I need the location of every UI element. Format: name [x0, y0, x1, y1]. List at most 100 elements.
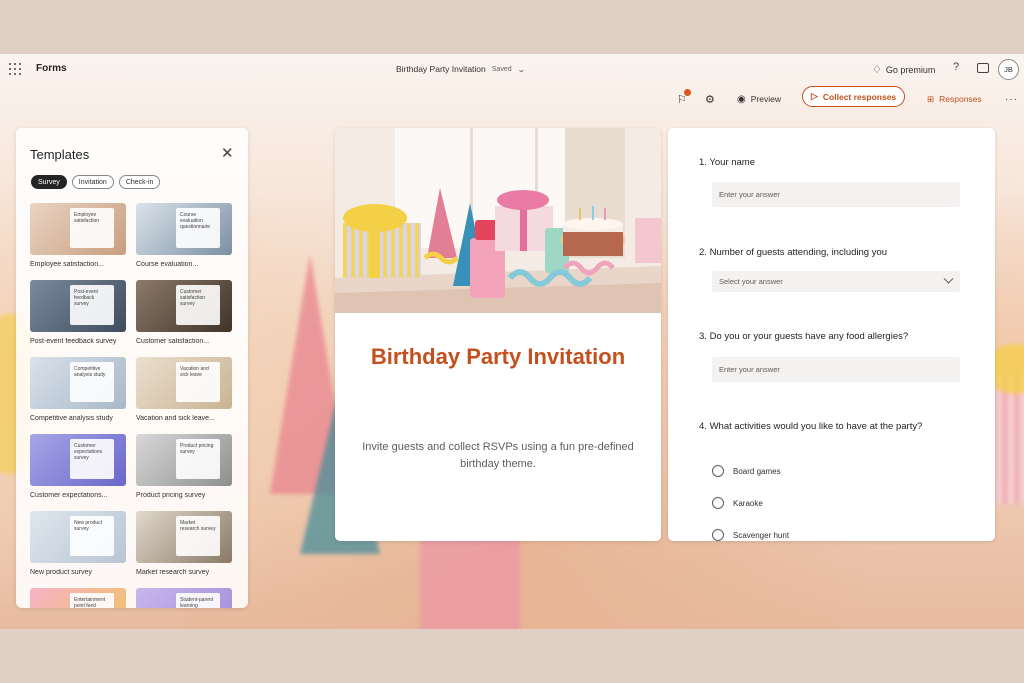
- app-name[interactable]: Forms: [36, 63, 67, 74]
- save-status: Saved: [491, 65, 512, 73]
- template-card[interactable]: Customer satisfaction survey Customer sat…: [136, 280, 232, 345]
- template-thumbnail-text: Course evaluation questionnaire: [176, 208, 220, 248]
- radio-button[interactable]: [712, 465, 724, 477]
- dropdown-placeholder: Select your answer: [719, 277, 783, 286]
- diamond-icon: ♢: [872, 64, 882, 76]
- notification-badge: [684, 89, 691, 96]
- template-thumbnail-text: Customer satisfaction survey: [176, 285, 220, 325]
- form-header-card: Birthday Party Invitation Invite guests …: [335, 128, 661, 541]
- template-card[interactable]: Market research survey Market research su…: [136, 511, 232, 576]
- option-label: Karaoke: [733, 498, 763, 508]
- template-thumbnail: Employee satisfaction: [30, 203, 126, 255]
- template-card[interactable]: New product survey New product survey: [30, 511, 126, 576]
- app-launcher-icon[interactable]: [9, 63, 21, 75]
- eye-icon: ◉: [737, 93, 746, 105]
- megaphone-icon[interactable]: ⚐: [677, 88, 691, 110]
- template-thumbnail-text: Customer expectations survey: [70, 439, 114, 479]
- avatar[interactable]: JB: [998, 59, 1019, 80]
- chart-icon: ⊞: [927, 93, 935, 104]
- template-thumbnail: Post-event feedback survey: [30, 280, 126, 332]
- collect-responses-button[interactable]: ▷ Collect responses: [802, 86, 906, 107]
- option-label: Board games: [733, 466, 781, 476]
- template-card-label: Product pricing survey: [136, 492, 206, 499]
- option-label: Scavenger hunt: [733, 530, 790, 540]
- template-card-label: Employee satisfaction...: [30, 261, 104, 268]
- collect-responses-label: Collect responses: [822, 91, 897, 102]
- responses-button[interactable]: ⊞ Responses: [927, 88, 982, 110]
- question-text: Number of guests attending, including yo…: [709, 247, 888, 258]
- template-thumbnail-text: New product survey: [70, 516, 114, 556]
- radio-button[interactable]: [712, 497, 724, 509]
- question-number: 3.: [699, 331, 707, 342]
- template-card[interactable]: Course evaluation questionnaire Course ev…: [136, 203, 232, 268]
- feedback-icon[interactable]: [977, 63, 989, 73]
- document-title: Birthday Party Invitation: [396, 64, 486, 74]
- more-icon[interactable]: ···: [1005, 88, 1018, 110]
- question-number: 4.: [699, 421, 707, 432]
- template-thumbnail: Product pricing survey: [136, 434, 232, 486]
- go-premium-button[interactable]: ♢ Go premium: [872, 63, 935, 76]
- template-thumbnail-text: Student-parent learning: [176, 593, 220, 608]
- template-thumbnail-text: Product pricing survey: [176, 439, 220, 479]
- template-thumbnail-text: Vacation and sick leave: [176, 362, 220, 402]
- template-card[interactable]: Employee satisfaction Employee satisfacti…: [30, 203, 126, 268]
- template-thumbnail-text: Competitive analysis study: [70, 362, 114, 402]
- template-card[interactable]: Post-event feedback survey Post-event fee…: [30, 280, 126, 345]
- template-card[interactable]: Product pricing survey Product pricing su…: [136, 434, 232, 499]
- template-thumbnail-text: Market research survey: [176, 516, 220, 556]
- birthday-header-image: [335, 128, 661, 313]
- chip-invitation[interactable]: Invitation: [71, 175, 114, 189]
- option-scavenger-hunt[interactable]: Scavenger hunt: [712, 529, 789, 541]
- form-title[interactable]: Birthday Party Invitation: [335, 342, 661, 372]
- template-card-label: Market research survey: [136, 569, 210, 576]
- send-icon: ▷: [811, 91, 818, 101]
- question-number: 2.: [699, 247, 707, 258]
- template-thumbnail-text: Entertainment point feed: [70, 593, 114, 608]
- template-thumbnail-text: Post-event feedback survey: [70, 285, 114, 325]
- top-bar: Forms Birthday Party Invitation Saved ⌄ …: [0, 54, 1024, 86]
- templates-panel: Templates ✕ Survey Invitation Check-in E…: [16, 128, 248, 608]
- question-text: What activities would you like to have a…: [709, 421, 923, 432]
- template-card[interactable]: Student-parent learningStudent-parent le…: [136, 588, 232, 608]
- form-description[interactable]: Invite guests and collect RSVPs using a …: [359, 439, 637, 473]
- chip-survey[interactable]: Survey: [31, 175, 67, 189]
- radio-button[interactable]: [712, 529, 724, 541]
- close-icon[interactable]: ✕: [221, 144, 234, 162]
- allergies-input[interactable]: Enter your answer: [712, 357, 960, 382]
- name-input[interactable]: Enter your answer: [712, 182, 960, 207]
- question-text: Do you or your guests have any food alle…: [709, 331, 909, 342]
- template-card[interactable]: Vacation and sick leave Vacation and sick…: [136, 357, 232, 422]
- chip-check-in[interactable]: Check-in: [118, 175, 161, 189]
- template-card[interactable]: Competitive analysis study Competitive an…: [30, 357, 126, 422]
- birthday-scene-illustration: [335, 128, 661, 313]
- gear-icon[interactable]: ⚙: [705, 88, 715, 110]
- template-thumbnail: Student-parent learning: [136, 588, 232, 608]
- question-4-title: 4. What activities would you like to hav…: [699, 420, 939, 434]
- template-card-label: Vacation and sick leave...: [136, 415, 215, 422]
- template-thumbnail-text: Employee satisfaction: [70, 208, 114, 248]
- template-thumbnail: Customer expectations survey: [30, 434, 126, 486]
- template-card-label: Course evaluation...: [136, 261, 199, 268]
- template-thumbnail: New product survey: [30, 511, 126, 563]
- preview-button[interactable]: ◉ Preview: [737, 88, 781, 110]
- question-text: Your name: [709, 157, 756, 168]
- document-title-menu[interactable]: Birthday Party Invitation Saved ⌄: [396, 64, 525, 74]
- templates-title: Templates: [30, 147, 90, 162]
- template-card-label: New product survey: [30, 569, 92, 576]
- guests-dropdown[interactable]: Select your answer: [712, 271, 960, 292]
- questions-card: 1. Your name Enter your answer 2. Number…: [668, 128, 995, 541]
- template-card[interactable]: Customer expectations survey Customer exp…: [30, 434, 126, 499]
- question-number: 1.: [699, 157, 707, 168]
- template-card-label: Post-event feedback survey: [30, 338, 117, 345]
- chevron-down-icon: [943, 273, 954, 284]
- template-thumbnail: Competitive analysis study: [30, 357, 126, 409]
- template-thumbnail: Customer satisfaction survey: [136, 280, 232, 332]
- template-thumbnail: Course evaluation questionnaire: [136, 203, 232, 255]
- go-premium-label: Go premium: [885, 64, 936, 75]
- template-card[interactable]: Entertainment point feedEntertainment po…: [30, 588, 126, 608]
- option-karaoke[interactable]: Karaoke: [712, 497, 763, 509]
- template-thumbnail: Vacation and sick leave: [136, 357, 232, 409]
- option-board-games[interactable]: Board games: [712, 465, 781, 477]
- help-icon[interactable]: ?: [953, 61, 959, 73]
- question-3-title: 3. Do you or your guests have any food a…: [699, 330, 959, 344]
